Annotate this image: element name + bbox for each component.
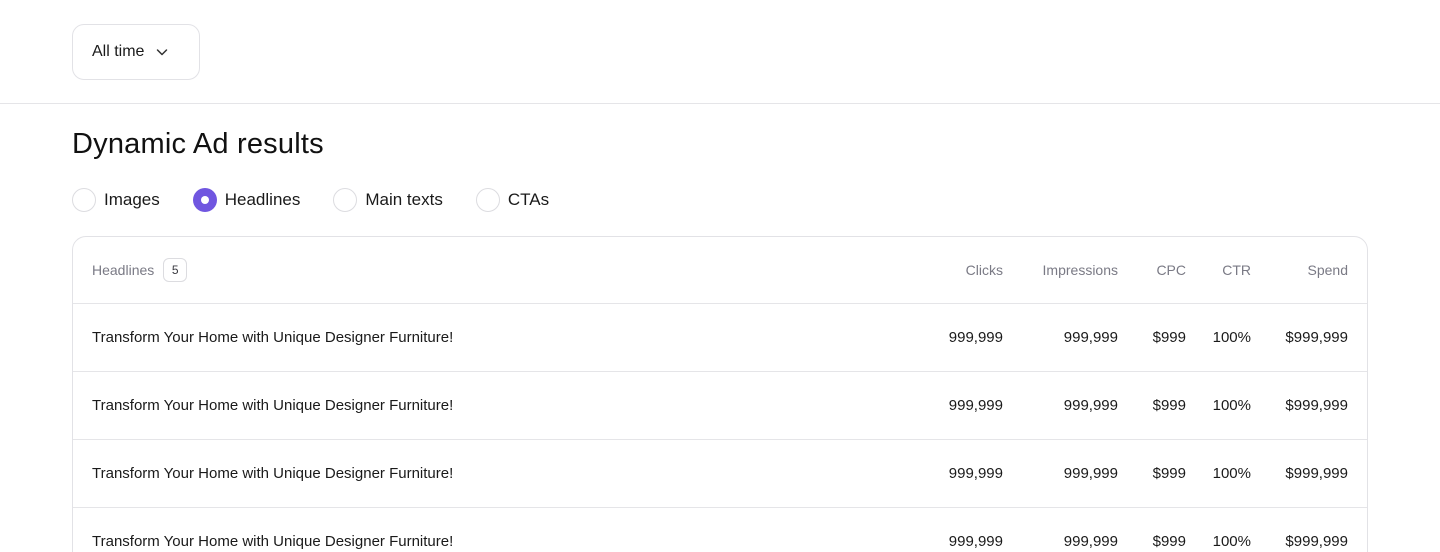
- chevron-down-icon: [154, 44, 170, 60]
- column-header-label: Headlines: [92, 262, 155, 278]
- cpc-value: $999: [1152, 465, 1186, 482]
- cpc-value: $999: [1152, 533, 1186, 550]
- radio-images[interactable]: Images: [72, 188, 160, 212]
- spend-value: $999,999: [1285, 533, 1348, 550]
- clicks-value: 999,999: [948, 533, 1003, 550]
- ctr-value: 100%: [1212, 533, 1251, 550]
- radio-headlines[interactable]: Headlines: [192, 188, 301, 212]
- clicks-column-header[interactable]: Clicks: [966, 262, 1003, 278]
- ctr-value: 100%: [1212, 397, 1251, 414]
- headline-text: Transform Your Home with Unique Designer…: [92, 533, 454, 550]
- table-row[interactable]: Transform Your Home with Unique Designer…: [73, 372, 1367, 440]
- spend-value: $999,999: [1285, 397, 1348, 414]
- spend-value: $999,999: [1285, 329, 1348, 346]
- spend-column-header[interactable]: Spend: [1308, 262, 1348, 278]
- impressions-value: 999,999: [1063, 533, 1118, 550]
- result-type-radio-group: Images Headlines Main texts CTAs: [72, 187, 582, 213]
- impressions-value: 999,999: [1063, 465, 1118, 482]
- radio-button-unchecked[interactable]: [333, 188, 358, 212]
- impressions-column-header[interactable]: Impressions: [1043, 262, 1118, 278]
- radio-dot-icon: [200, 196, 209, 204]
- radio-label: CTAs: [507, 190, 550, 209]
- radio-button-checked[interactable]: [192, 188, 217, 212]
- table-row[interactable]: Transform Your Home with Unique Designer…: [73, 440, 1367, 508]
- clicks-value: 999,999: [948, 397, 1003, 414]
- results-table: Headlines 5 Clicks Impressions CPC CTR S…: [72, 236, 1368, 552]
- table-row[interactable]: Transform Your Home with Unique Designer…: [73, 304, 1367, 372]
- clicks-value: 999,999: [948, 329, 1003, 346]
- time-range-selected-value: All time: [92, 43, 145, 60]
- ctr-value: 100%: [1212, 329, 1251, 346]
- dynamic-ad-results-panel: All time Dynamic Ad results Images Headl…: [0, 0, 1440, 552]
- page-title: Dynamic Ad results: [72, 128, 324, 160]
- headline-text: Transform Your Home with Unique Designer…: [92, 465, 454, 482]
- filter-bar: All time: [0, 0, 1440, 104]
- radio-button-unchecked[interactable]: [72, 188, 96, 212]
- impressions-value: 999,999: [1063, 329, 1118, 346]
- cpc-value: $999: [1152, 397, 1186, 414]
- ctr-column-header[interactable]: CTR: [1222, 262, 1251, 278]
- time-range-dropdown[interactable]: All time: [72, 24, 200, 80]
- radio-ctas[interactable]: CTAs: [475, 188, 550, 212]
- radio-main-texts[interactable]: Main texts: [333, 188, 443, 212]
- clicks-value: 999,999: [948, 465, 1003, 482]
- cpc-column-header[interactable]: CPC: [1156, 262, 1186, 278]
- table-header-row: Headlines 5 Clicks Impressions CPC CTR S…: [73, 237, 1367, 304]
- ctr-value: 100%: [1212, 465, 1251, 482]
- headline-text: Transform Your Home with Unique Designer…: [92, 397, 454, 414]
- impressions-value: 999,999: [1063, 397, 1118, 414]
- spend-value: $999,999: [1285, 465, 1348, 482]
- radio-label: Images: [104, 190, 160, 209]
- table-row[interactable]: Transform Your Home with Unique Designer…: [73, 508, 1367, 552]
- radio-button-unchecked[interactable]: [475, 188, 500, 212]
- radio-label: Main texts: [365, 190, 443, 209]
- cpc-value: $999: [1152, 329, 1186, 346]
- headlines-column-header[interactable]: Headlines 5: [92, 258, 188, 282]
- radio-label: Headlines: [224, 190, 301, 209]
- headline-text: Transform Your Home with Unique Designer…: [92, 329, 454, 346]
- count-badge: 5: [163, 258, 188, 282]
